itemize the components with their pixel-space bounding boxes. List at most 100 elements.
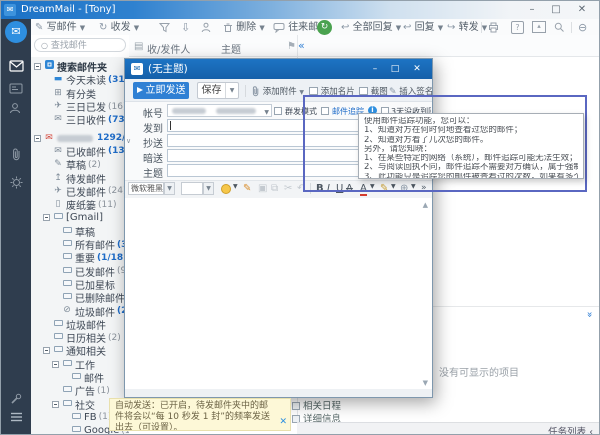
tree-item[interactable]: 所有邮件 (32/296): [31, 238, 129, 251]
reply-all-button[interactable]: ↩ 全部回复 ▼: [341, 21, 401, 34]
chevron-left-icon: ‹: [589, 427, 593, 435]
tree-item[interactable]: 工作: [31, 358, 129, 371]
tree-item[interactable]: 已发邮件 (93): [31, 264, 129, 277]
pane-collapse-icon[interactable]: «: [585, 311, 596, 317]
task-list-toggle[interactable]: 任务列表 ‹: [548, 424, 593, 435]
flag-icon[interactable]: ⚑: [287, 41, 296, 52]
tree-item[interactable]: 日历相关 (2): [31, 331, 129, 344]
tree-item[interactable]: 有分类: [31, 87, 129, 100]
image-button[interactable]: ▴: [532, 21, 546, 33]
tree-expander[interactable]: [43, 347, 50, 354]
collapse-cc-icon[interactable]: ∨: [126, 137, 131, 145]
rail-tools-icon[interactable]: [1, 392, 31, 405]
tree-item[interactable]: 三日已发 (16): [31, 100, 129, 113]
tree-item[interactable]: 草稿 (2): [31, 158, 129, 171]
tree-expander[interactable]: [34, 63, 41, 70]
tree-expander[interactable]: [34, 135, 41, 142]
unread-count: (1): [97, 386, 110, 396]
collapse-pane-icon[interactable]: «: [298, 39, 305, 52]
zoom-button[interactable]: [554, 21, 565, 34]
add-attachment-button[interactable]: 添加附件 ▼: [251, 85, 304, 97]
rail-attachment-icon[interactable]: [1, 147, 31, 161]
compose-minimize-button[interactable]: –: [366, 62, 384, 76]
font-family-caret[interactable]: ▼: [164, 182, 175, 195]
folder-label: 已发邮件: [66, 185, 106, 198]
tree-expander[interactable]: [43, 214, 50, 221]
account-avatar[interactable]: ✉: [5, 21, 27, 43]
account-select[interactable]: ▼: [167, 104, 272, 117]
tree-item[interactable]: 已发邮件 (24): [31, 185, 129, 198]
font-size-caret[interactable]: ▼: [203, 182, 214, 195]
fetch-button[interactable]: ⇩: [181, 21, 190, 34]
tree-item[interactable]: 重要 (1/18): [31, 251, 129, 264]
font-size-select[interactable]: [181, 182, 203, 195]
paste-icon[interactable]: ▣: [258, 183, 267, 194]
message-body-editor[interactable]: [125, 198, 432, 389]
tree-item[interactable]: [Gmail]: [31, 211, 129, 224]
tree-item[interactable]: 已删除邮件 (68/159): [31, 291, 129, 304]
tree-item[interactable]: 已加星标: [31, 278, 129, 291]
online-status-button[interactable]: ↻: [317, 20, 332, 35]
list-grid-icon[interactable]: ▤: [134, 41, 143, 52]
mass-mode-checkbox[interactable]: [274, 107, 282, 115]
tree-item[interactable]: 待发邮件: [31, 171, 129, 184]
folder-icon: [52, 199, 64, 210]
tree-item[interactable]: 已收邮件 (13/705): [31, 145, 129, 158]
scroll-up-icon[interactable]: ▲: [423, 201, 428, 209]
tree-item[interactable]: 1292/1451: [31, 131, 129, 144]
close-button[interactable]: ✕: [571, 3, 593, 17]
contact-check-button[interactable]: [201, 21, 212, 34]
main-titlebar: ✉ DreamMail - [Tony] – □ ✕: [1, 1, 600, 19]
tree-item[interactable]: 邮件: [31, 371, 129, 384]
compose-maximize-button[interactable]: □: [386, 62, 404, 76]
rail-menu-icon[interactable]: [1, 410, 31, 423]
tree-expander[interactable]: [52, 401, 59, 408]
search-placeholder: 查找邮件: [51, 41, 87, 51]
tree-expander[interactable]: [52, 361, 59, 368]
tree-item[interactable]: 草稿: [31, 225, 129, 238]
maximize-button[interactable]: □: [545, 3, 567, 17]
send-receive-button[interactable]: ↻ 收发 ▼: [99, 21, 139, 34]
cut-icon[interactable]: ✂: [284, 183, 292, 194]
tree-item[interactable]: 垃圾邮件 (215/377): [31, 304, 129, 317]
scroll-down-icon[interactable]: ▼: [423, 379, 428, 387]
column-from[interactable]: 收/发件人: [147, 41, 190, 56]
rail-contacts-icon[interactable]: [1, 101, 31, 114]
folder-label: 垃圾邮件: [75, 304, 115, 317]
tree-item[interactable]: 垃圾邮件: [31, 318, 129, 331]
compose-mail-button[interactable]: ✎ 写邮件 ▼: [35, 21, 85, 34]
rail-settings-icon[interactable]: [1, 175, 31, 189]
folder-label: 今天未读: [66, 73, 106, 86]
help-button[interactable]: ?: [511, 21, 524, 34]
delete-button[interactable]: 删除 ▼: [223, 21, 265, 34]
minus-circle-button[interactable]: ⊖: [578, 21, 587, 34]
reply-button[interactable]: ↩ 回复 ▼: [403, 21, 443, 34]
column-subject[interactable]: 主题: [221, 41, 241, 56]
tree-item[interactable]: 广告 (1): [31, 384, 129, 397]
search-input[interactable]: ○ 查找邮件: [34, 38, 126, 52]
tree-item[interactable]: 三日收件 (73/106): [31, 113, 129, 126]
rail-card-icon[interactable]: [1, 81, 31, 94]
compose-close-button[interactable]: ✕: [408, 62, 426, 76]
subject-label: 主题: [133, 165, 163, 180]
tree-item[interactable]: 通知相关: [31, 344, 129, 357]
font-family-select[interactable]: 微软雅黑: [128, 182, 164, 195]
filter-button[interactable]: [159, 21, 170, 34]
empty-task-message: 没有可显示的项目: [439, 364, 519, 379]
copy-icon[interactable]: ⧉: [271, 183, 278, 194]
folder-icon: [52, 186, 64, 197]
close-notice-icon[interactable]: ✕: [279, 417, 287, 428]
tree-item[interactable]: 废纸篓 (11): [31, 198, 129, 211]
folder-icon: [43, 133, 55, 144]
emoji-button[interactable]: [221, 184, 231, 194]
tree-item[interactable]: 搜索邮件夹: [31, 60, 129, 73]
minimize-button[interactable]: –: [521, 3, 543, 17]
save-draft-button[interactable]: 保存 ▼: [197, 82, 239, 99]
related-schedule-tab[interactable]: 相关日程: [292, 401, 341, 413]
print-button[interactable]: [488, 21, 499, 34]
tree-item[interactable]: 今天未读 (31/31): [31, 73, 129, 86]
format-painter-icon[interactable]: ✎: [243, 183, 251, 194]
chevron-down-icon[interactable]: ▼: [233, 183, 238, 190]
send-now-button[interactable]: 立即发送: [133, 82, 189, 99]
rail-mail-icon[interactable]: [1, 59, 31, 72]
